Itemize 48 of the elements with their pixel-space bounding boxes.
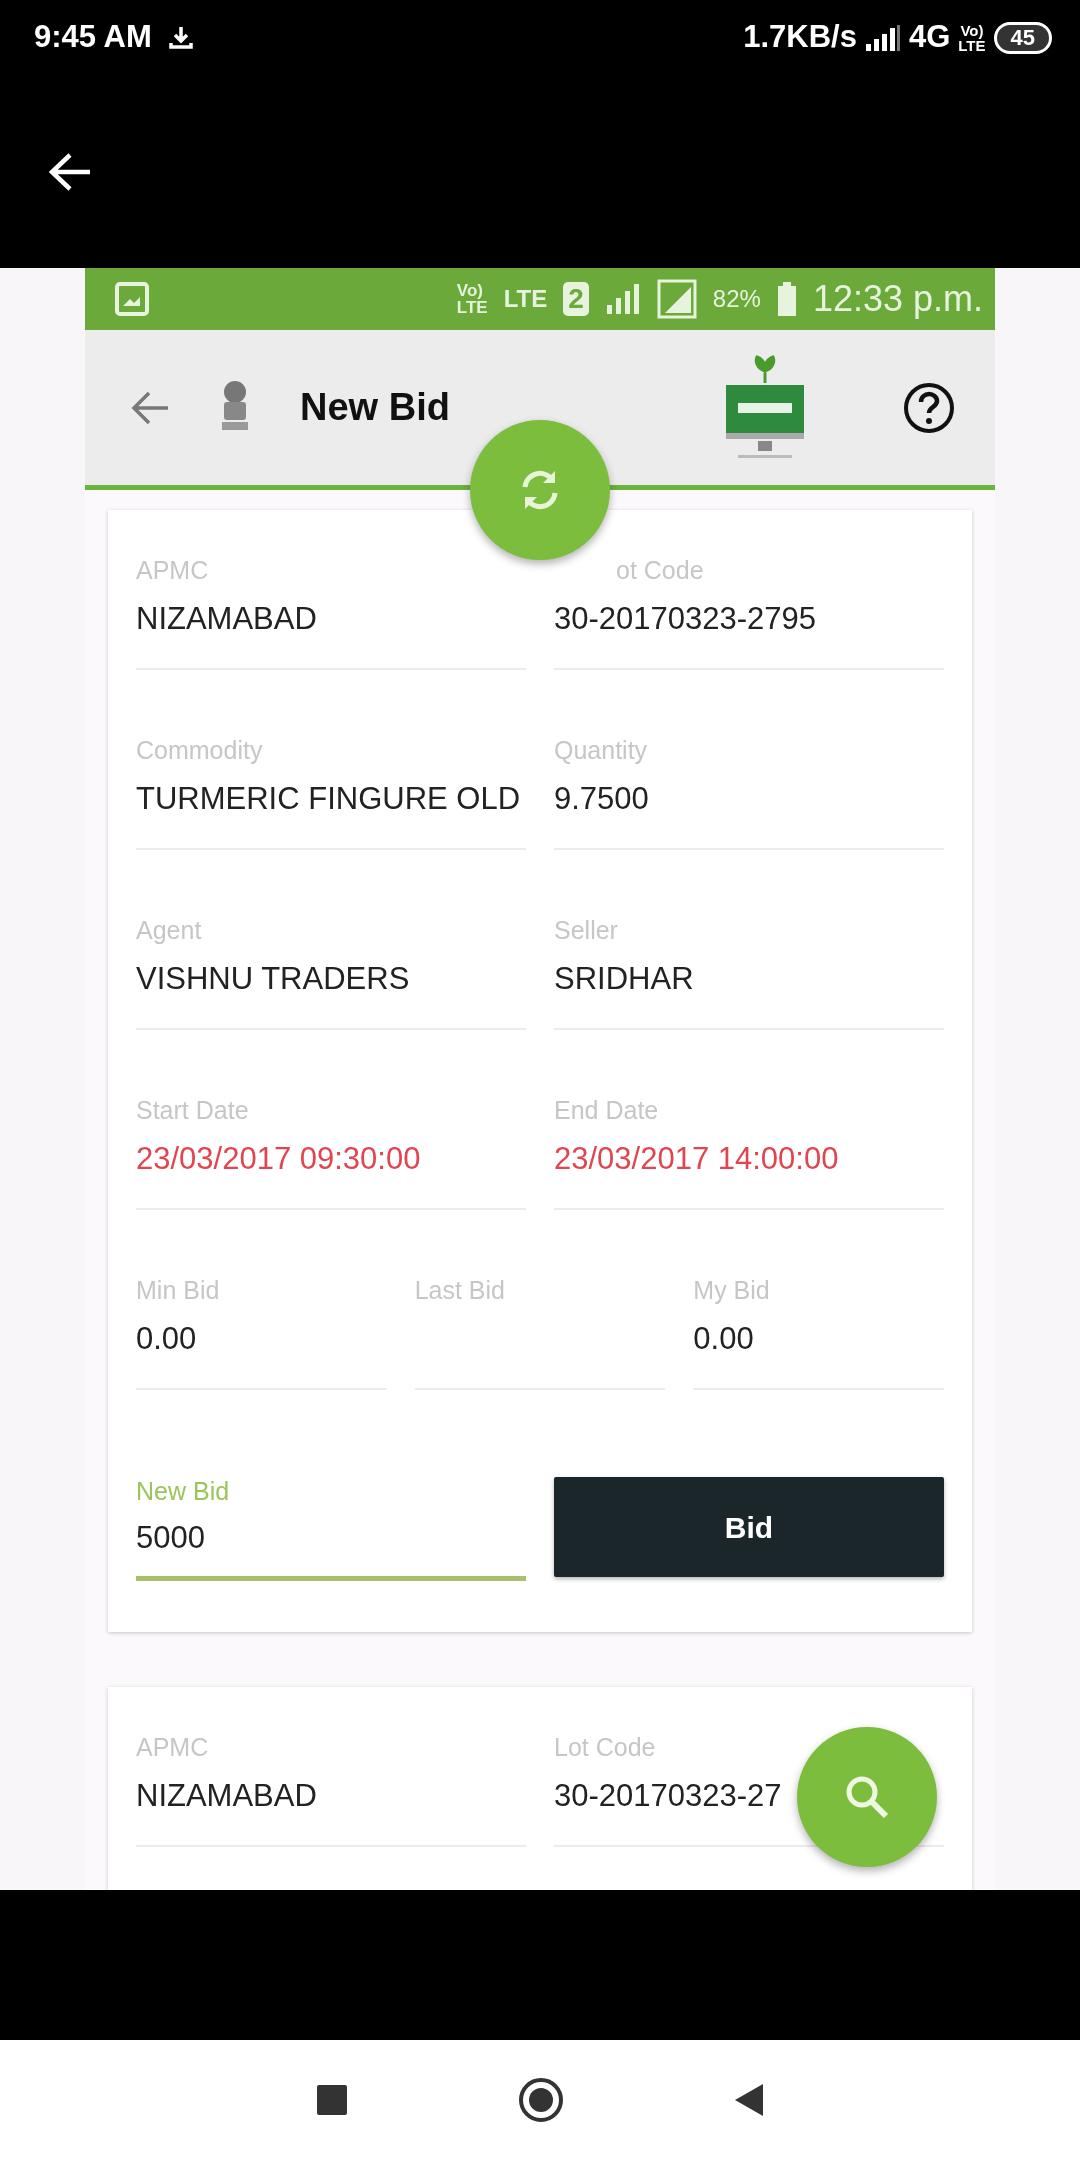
volte-label: Vo) LTE (456, 282, 488, 316)
field-label: Lot Code (554, 1732, 656, 1763)
field-label: APMC (136, 555, 209, 586)
field-label: APMC (136, 1732, 209, 1763)
field-value: SRIDHAR (554, 960, 695, 998)
field-value: TURMERIC FINGURE OLD (136, 780, 522, 818)
field-value: 0.00 (136, 1320, 198, 1358)
network-speed: 1.7KB/s (743, 18, 857, 57)
field-label: My Bid (693, 1275, 770, 1306)
field-value: 23/03/2017 14:00:00 (554, 1140, 840, 1178)
field-label: Quantity (554, 735, 648, 766)
network-type: 4G (908, 18, 951, 57)
gallery-icon (115, 282, 149, 316)
field-value: VISHNU TRADERS (136, 960, 411, 998)
field-value: 30-20170323-27 (554, 1777, 783, 1815)
field-label: Min Bid (136, 1275, 220, 1306)
field-label: Agent (136, 915, 202, 946)
volte-label: Vo) LTE (958, 22, 986, 53)
help-icon[interactable] (903, 381, 955, 434)
field-label: Seller (554, 915, 618, 946)
field-value: NIZAMABAD (136, 600, 318, 638)
field-value: 30-20170323-2795 (554, 600, 818, 638)
lte-label: LTE (503, 284, 548, 314)
back-icon[interactable] (734, 2083, 764, 2117)
signal-icon (604, 283, 641, 315)
field-label: ot Code (616, 555, 704, 586)
field-label: Last Bid (414, 1275, 505, 1306)
field-label: Commodity (136, 735, 263, 766)
status-time: 9:45 AM (34, 18, 152, 57)
field-value: NIZAMABAD (136, 1777, 318, 1815)
app-title: New Bid (300, 385, 450, 430)
signal-icon (864, 23, 901, 52)
bid-button[interactable]: Bid (554, 1477, 944, 1577)
field-label: New Bid (136, 1476, 230, 1508)
download-icon (167, 24, 194, 51)
field-value: 23/03/2017 09:30:00 (136, 1140, 422, 1178)
device-time: 12:33 p.m. (812, 277, 983, 321)
home-icon[interactable] (518, 2077, 564, 2123)
recents-icon[interactable] (316, 2084, 348, 2116)
battery-icon (776, 282, 797, 316)
sim-indicator: 2 (563, 282, 589, 316)
field-value: 9.7500 (554, 780, 650, 818)
field-value: 0.00 (693, 1320, 755, 1358)
field-label: Start Date (136, 1095, 249, 1126)
battery-percent: 82% (712, 284, 761, 314)
field-label: End Date (554, 1095, 659, 1126)
battery-indicator: 45 (993, 21, 1052, 54)
signal-icon (656, 279, 697, 319)
